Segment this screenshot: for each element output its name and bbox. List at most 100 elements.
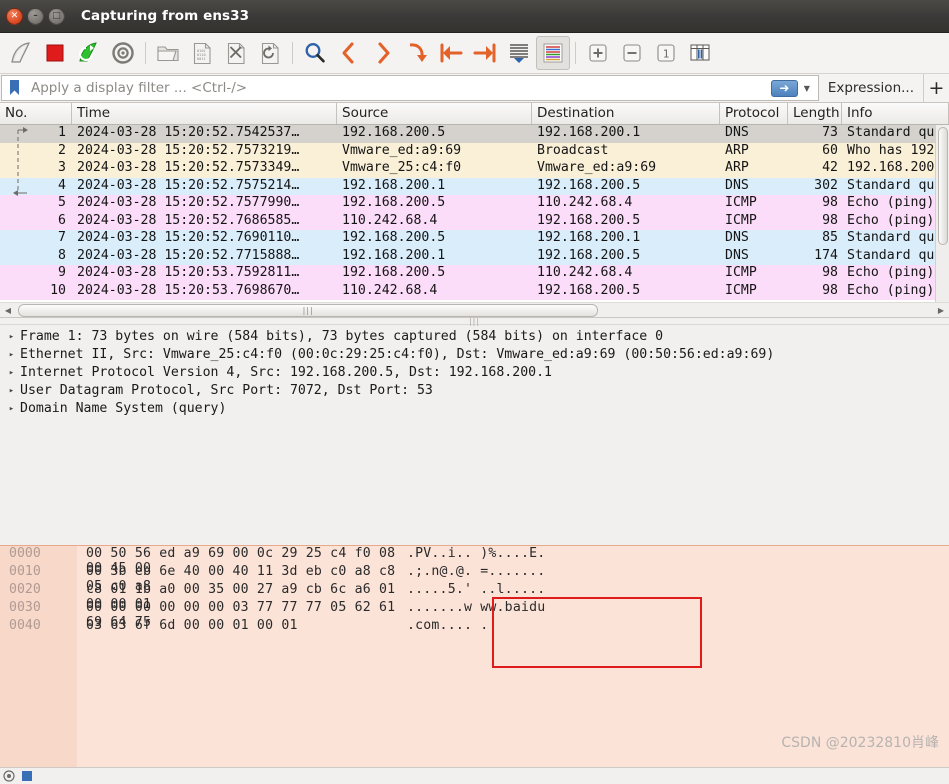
close-document-icon <box>227 42 245 64</box>
add-filter-button[interactable]: + <box>923 74 949 102</box>
column-header-time[interactable]: Time <box>72 103 337 124</box>
minimize-icon[interactable]: – <box>27 7 44 25</box>
minus-box-icon <box>623 44 641 62</box>
one-box-icon: 1 <box>657 44 675 62</box>
filter-expression-button[interactable]: Expression... <box>819 74 923 102</box>
cell-source: 192.168.200.5 <box>342 125 446 140</box>
cell-no: 4 <box>58 177 66 193</box>
save-document-icon: 0101 0110 0011 <box>193 42 211 64</box>
close-file-button[interactable] <box>219 36 253 70</box>
magnifier-icon <box>305 43 325 63</box>
colorize-packets-button[interactable] <box>536 36 570 70</box>
cell-protocol: ARP <box>725 142 749 158</box>
start-capture-button[interactable] <box>4 36 38 70</box>
zoom-reset-button[interactable]: 1 <box>649 36 683 70</box>
display-filter-input[interactable]: Apply a display filter ... <Ctrl-/> ➜ ▼ <box>27 75 819 101</box>
maximize-icon[interactable]: □ <box>48 7 65 25</box>
expand-triangle-icon[interactable]: ▸ <box>3 401 20 414</box>
packet-bytes-pane[interactable]: 0000 00 50 56 ed a9 69 00 0c 29 25 c4 f0 … <box>0 545 949 768</box>
bookmark-icon[interactable] <box>1 75 27 101</box>
detail-tree-item[interactable]: ▸ Internet Protocol Version 4, Src: 192.1… <box>3 365 949 383</box>
hex-ascii: .PV..i.. )%....E. <box>407 546 546 561</box>
table-row[interactable]: 5 2024-03-28 15:20:52.7577990… 192.168.200… <box>0 195 949 213</box>
pane-splitter-upper[interactable]: ||| <box>0 317 949 326</box>
column-header-source[interactable]: Source <box>337 103 532 124</box>
hex-dump-row[interactable]: 0030 00 00 00 00 00 00 03 77 77 77 05 62 … <box>0 600 949 630</box>
restart-capture-button[interactable] <box>72 36 106 70</box>
go-to-last-button[interactable] <box>468 36 502 70</box>
hex-dump-row[interactable]: 0000 00 50 56 ed a9 69 00 0c 29 25 c4 f0 … <box>0 546 949 576</box>
column-header-length[interactable]: Length <box>788 103 842 124</box>
cell-destination: Vmware_ed:a9:69 <box>537 160 657 175</box>
cell-no: 1 <box>58 125 66 140</box>
capture-options-button[interactable] <box>106 36 140 70</box>
table-row[interactable]: 10 2024-03-28 15:20:53.7698670… 110.242.68… <box>0 282 949 300</box>
expand-triangle-icon[interactable]: ▸ <box>3 347 20 360</box>
packet-list-vertical-scrollbar[interactable] <box>935 125 949 302</box>
go-back-button[interactable] <box>332 36 366 70</box>
cell-protocol: DNS <box>725 230 749 245</box>
packet-list-header: No. Time Source Destination Protocol Len… <box>0 103 949 125</box>
table-row[interactable]: 4 2024-03-28 15:20:52.7575214… 192.168.200… <box>0 177 949 195</box>
column-header-destination[interactable]: Destination <box>532 103 720 124</box>
capture-status-icon[interactable] <box>0 770 18 782</box>
cell-info: Echo (ping) <box>847 195 935 210</box>
cell-protocol: ICMP <box>725 195 757 210</box>
scroll-left-arrow-icon[interactable]: ◀ <box>2 306 14 315</box>
go-to-first-button[interactable] <box>434 36 468 70</box>
table-row[interactable]: 9 2024-03-28 15:20:53.7592811… 192.168.200… <box>0 265 949 283</box>
cell-info: Standard qu <box>847 247 935 263</box>
cell-time: 2024-03-28 15:20:52.7690110… <box>77 230 300 245</box>
open-file-button[interactable] <box>151 36 185 70</box>
table-row[interactable]: 3 2024-03-28 15:20:52.7573349… Vmware_25:c… <box>0 160 949 178</box>
cell-source: 192.168.200.5 <box>342 265 446 280</box>
go-forward-button[interactable] <box>366 36 400 70</box>
hex-dump-row[interactable]: 0010 00 3b eb 6e 40 00 40 11 3d eb c0 a8 … <box>0 564 949 594</box>
table-row[interactable]: 2 2024-03-28 15:20:52.7573219… Vmware_ed:a… <box>0 142 949 160</box>
close-icon[interactable]: ✕ <box>6 7 23 25</box>
detail-tree-item[interactable]: ▸ Ethernet II, Src: Vmware_25:c4:f0 (00:0… <box>3 347 949 365</box>
packet-list-scroll-thumb[interactable] <box>938 127 948 245</box>
expand-triangle-icon[interactable]: ▸ <box>3 329 20 342</box>
stop-capture-button[interactable] <box>38 36 72 70</box>
table-row[interactable]: 8 2024-03-28 15:20:52.7715888… 192.168.200… <box>0 247 949 265</box>
arrow-left-icon <box>342 42 354 64</box>
h-scroll-thumb[interactable]: ||| <box>18 303 599 317</box>
table-row[interactable]: 7 2024-03-28 15:20:52.7690110… 192.168.200… <box>0 230 949 248</box>
cell-protocol: ARP <box>725 160 749 175</box>
detail-tree-item[interactable]: ▸ User Datagram Protocol, Src Port: 7072,… <box>3 383 949 401</box>
apply-filter-arrow-right-icon[interactable]: ➜ <box>770 79 798 97</box>
zoom-in-button[interactable] <box>581 36 615 70</box>
packet-list[interactable]: No. Time Source Destination Protocol Len… <box>0 103 949 302</box>
colorize-icon <box>543 43 563 63</box>
find-packet-button[interactable] <box>298 36 332 70</box>
cell-length: 302 <box>814 177 838 193</box>
expand-triangle-icon[interactable]: ▸ <box>3 383 20 396</box>
filter-history-chevron-down-icon[interactable]: ▼ <box>800 84 814 93</box>
detail-tree-item[interactable]: ▸ Frame 1: 73 bytes on wire (584 bits), 7… <box>3 329 949 347</box>
zoom-out-button[interactable] <box>615 36 649 70</box>
watermark-text: CSDN @20232810肖峰 <box>781 735 939 751</box>
hex-offset: 0030 <box>9 600 41 615</box>
hex-dump-row[interactable]: 0020 c8 01 1b a0 00 35 00 27 a9 cb 6c a6 … <box>0 582 949 612</box>
hex-ascii: .com.... . <box>407 618 489 633</box>
h-scroll-track[interactable]: ||| <box>14 303 935 317</box>
column-header-protocol[interactable]: Protocol <box>720 103 788 124</box>
table-row[interactable]: 1 2024-03-28 15:20:52.7542537… 192.168.200… <box>0 125 949 143</box>
save-file-button[interactable]: 0101 0110 0011 <box>185 36 219 70</box>
detail-tree-item[interactable]: ▸ Domain Name System (query) <box>3 401 949 419</box>
go-to-packet-button[interactable] <box>400 36 434 70</box>
expert-info-icon[interactable] <box>18 770 36 782</box>
expand-triangle-icon[interactable]: ▸ <box>3 365 20 378</box>
cell-info: Echo (ping) <box>847 265 935 280</box>
resize-columns-button[interactable] <box>683 36 717 70</box>
scroll-right-arrow-icon[interactable]: ▶ <box>935 306 947 315</box>
auto-scroll-button[interactable] <box>502 36 536 70</box>
hex-dump-row[interactable]: 0040 03 63 6f 6d 00 00 01 00 01 .com.... . <box>0 618 949 636</box>
table-row[interactable]: 6 2024-03-28 15:20:52.7686585… 110.242.68.… <box>0 212 949 230</box>
column-header-info[interactable]: Info <box>842 103 949 124</box>
reload-file-button[interactable] <box>253 36 287 70</box>
packet-list-horizontal-scrollbar[interactable]: ◀ ||| ▶ <box>0 302 949 318</box>
column-header-no[interactable]: No. <box>0 103 72 124</box>
packet-detail-tree[interactable]: ▸ Frame 1: 73 bytes on wire (584 bits), 7… <box>0 325 949 545</box>
